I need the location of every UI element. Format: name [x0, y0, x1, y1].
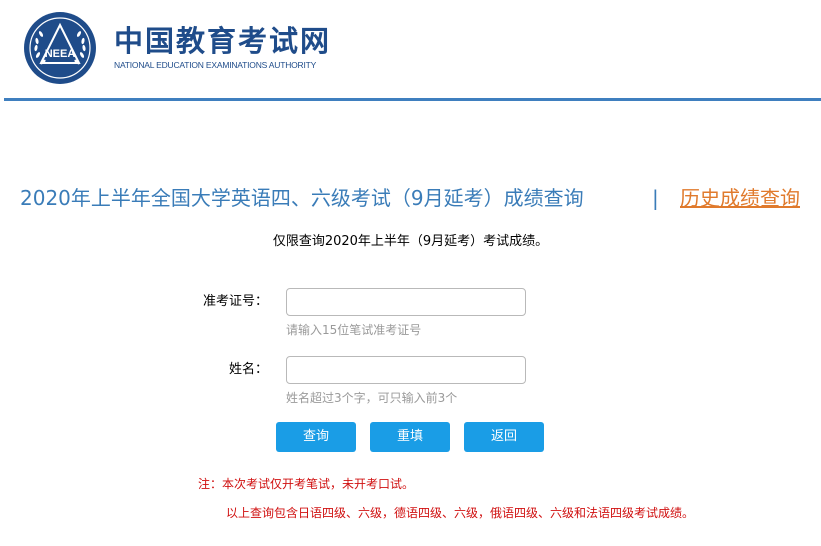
note-other-languages: 以上查询包含日语四级、六级，德语四级、六级，俄语四级、六级和法语四级考试成绩。 — [226, 506, 695, 520]
reset-button[interactable]: 重填 — [370, 422, 450, 452]
back-button[interactable]: 返回 — [464, 422, 544, 452]
ticket-number-label: 准考证号： — [202, 294, 268, 309]
neea-logo-icon: NEEA — [24, 12, 96, 84]
site-title-cn: 中国教育考试网 — [114, 24, 332, 58]
ticket-number-hint: 请输入15位笔试准考证号 — [286, 323, 422, 337]
name-label: 姓名： — [228, 362, 268, 377]
query-button[interactable]: 查询 — [276, 422, 356, 452]
page-title: 2020年上半年全国大学英语四、六级考试（9月延考）成绩查询 — [20, 186, 584, 210]
page: NEEA 中国教育考试网 NATIONAL EDUCATION EXAMINAT… — [0, 0, 821, 546]
ticket-number-input[interactable] — [286, 288, 526, 316]
site-title-en: NATIONAL EDUCATION EXAMINATIONS AUTHORIT… — [114, 60, 317, 70]
name-input[interactable] — [286, 356, 526, 384]
query-scope-notice: 仅限查询2020年上半年（9月延考）考试成绩。 — [272, 234, 549, 249]
logo-text: NEEA — [45, 48, 76, 60]
history-scores-link[interactable]: 历史成绩查询 — [680, 183, 800, 213]
name-hint: 姓名超过3个字，可只输入前3个 — [286, 391, 458, 405]
note-no-oral-exam: 注：本次考试仅开考笔试，未开考口试。 — [198, 477, 415, 491]
title-separator: | — [652, 186, 659, 210]
header-divider — [4, 98, 821, 101]
